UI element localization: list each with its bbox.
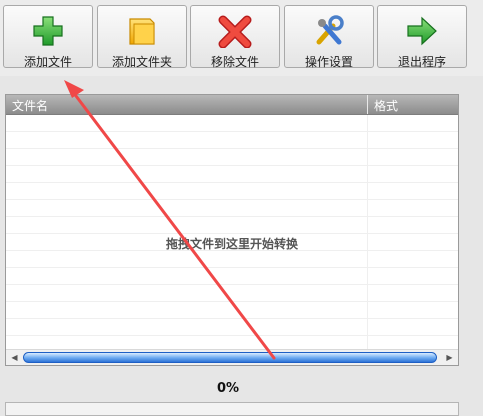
exit-label: 退出程序 [397,55,446,69]
remove-x-icon [218,15,252,48]
drop-hint-text: 拖拽文件到这里开始转换 [165,237,298,251]
add-file-label: 添加文件 [23,55,72,69]
remove-file-label: 移除文件 [210,55,259,69]
remove-file-button[interactable]: 移除文件 [190,5,280,69]
scrollbar-thumb[interactable] [23,352,437,363]
scroll-right-arrow-icon[interactable]: ▶ [442,350,457,365]
progress-bar [5,402,459,416]
progress-percent-text: 0% [216,381,240,396]
file-list-header: 文件名 格式 [6,95,458,115]
column-gridline [367,115,368,349]
plus-icon [33,16,63,46]
column-header-filename[interactable]: 文件名 [12,97,48,114]
horizontal-scrollbar[interactable]: ◀ ▶ [6,349,458,365]
add-folder-label: 添加文件夹 [111,55,172,69]
settings-button[interactable]: 操作设置 [284,5,374,69]
exit-arrow-icon [407,16,437,46]
add-file-button[interactable]: 添加文件 [3,5,93,69]
column-divider[interactable] [367,95,368,114]
toolbar: 添加文件 添加文件夹 移除文件 操作设置 退出程序 [0,0,483,76]
file-list-panel[interactable]: 文件名 格式 拖拽文件到这里开始转换 ◀ ▶ [5,94,459,366]
folder-icon [129,18,155,45]
tools-icon [316,15,344,45]
scroll-left-arrow-icon[interactable]: ◀ [7,350,22,365]
settings-label: 操作设置 [304,55,353,69]
column-header-format[interactable]: 格式 [374,97,398,114]
file-list-body[interactable]: 拖拽文件到这里开始转换 [6,115,458,349]
add-folder-button[interactable]: 添加文件夹 [97,5,187,69]
exit-button[interactable]: 退出程序 [377,5,467,69]
